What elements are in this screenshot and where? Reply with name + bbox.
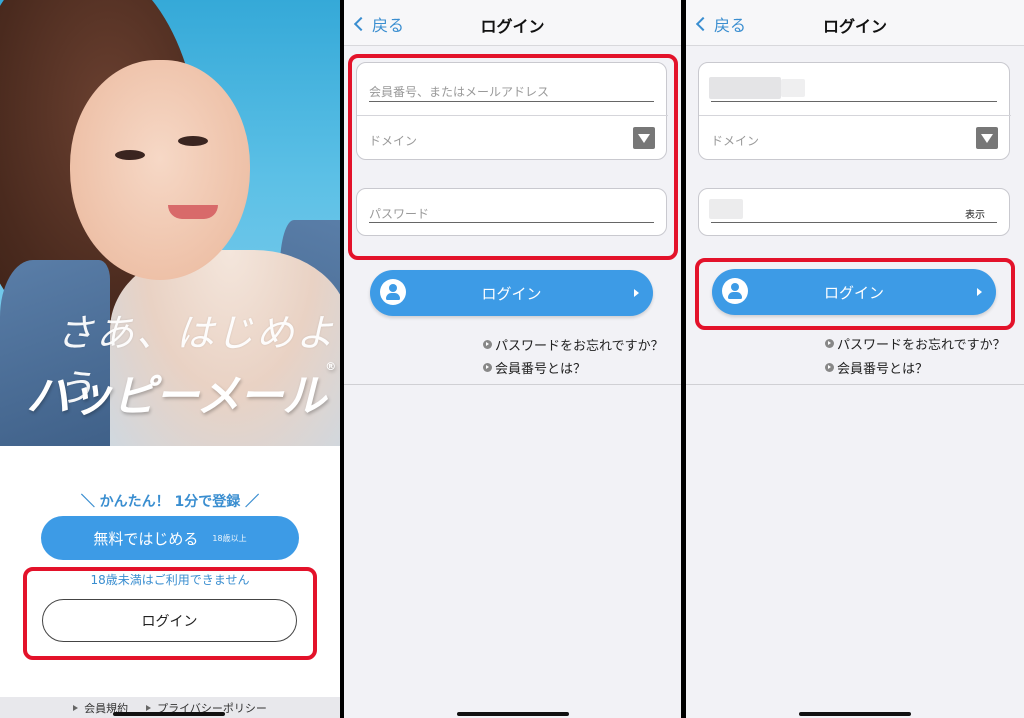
member-id-help-label: 会員番号とは？ bbox=[837, 362, 929, 377]
start-free-label: 無料ではじめる bbox=[93, 529, 199, 548]
highlight-frame bbox=[348, 54, 678, 260]
page-title: ログイン bbox=[822, 17, 887, 36]
member-id-input-blurred[interactable] bbox=[709, 77, 781, 99]
forgot-password-label: パスワードをお忘れですか？ bbox=[837, 338, 1006, 353]
circle-arrow-icon bbox=[825, 339, 834, 348]
member-id-help-link[interactable]: 会員番号とは？ bbox=[483, 358, 586, 377]
highlight-frame bbox=[23, 567, 317, 660]
input-underline bbox=[711, 222, 997, 223]
arrow-right-icon bbox=[634, 289, 639, 297]
show-password-toggle[interactable]: 表示 bbox=[965, 206, 985, 221]
forgot-password-link[interactable]: パスワードをお忘れですか？ bbox=[483, 335, 664, 354]
circle-arrow-icon bbox=[483, 363, 492, 372]
brand-name: ハッピーメール bbox=[26, 371, 326, 422]
domain-dropdown-icon[interactable] bbox=[976, 127, 998, 149]
page-title: ログイン bbox=[480, 17, 545, 36]
blur-mask bbox=[781, 79, 805, 97]
nav-bar: 戻る ログイン bbox=[686, 0, 1024, 46]
circle-arrow-icon bbox=[825, 363, 834, 372]
login-screen-empty: 戻る ログイン 会員番号、またはメールアドレス ドメイン パスワード ログイン … bbox=[344, 0, 681, 718]
input-underline bbox=[711, 101, 997, 102]
triangle-right-icon bbox=[73, 704, 79, 711]
signup-screen: さあ、はじめよう ハッピーメール® ＼ かんたん！ 1分で登録 ／ 無料ではじめ… bbox=[0, 0, 340, 718]
brand-logo: ハッピーメール® bbox=[26, 360, 336, 424]
home-indicator bbox=[799, 712, 911, 716]
member-id-help-label: 会員番号とは？ bbox=[495, 362, 587, 377]
home-indicator bbox=[113, 712, 225, 716]
hero-eye-right bbox=[178, 136, 208, 146]
catch-copy: ＼ かんたん！ 1分で登録 ／ bbox=[80, 494, 260, 510]
triangle-right-icon bbox=[146, 704, 152, 711]
home-indicator bbox=[457, 712, 569, 716]
password-field-group: 表示 bbox=[698, 188, 1010, 236]
forgot-password-link[interactable]: パスワードをお忘れですか？ bbox=[825, 334, 1006, 353]
hero-face bbox=[70, 60, 250, 280]
age-note: 18歳以上 bbox=[212, 533, 247, 543]
account-field-group: ドメイン bbox=[698, 62, 1011, 160]
hero-mouth bbox=[168, 205, 218, 219]
login-screen-filled: 戻る ログイン ドメイン 表示 ログイン パスワードをお忘れですか？ 会員番号と… bbox=[686, 0, 1024, 718]
field-separator bbox=[699, 115, 1011, 116]
forgot-password-label: パスワードをお忘れですか？ bbox=[495, 339, 664, 354]
highlight-frame bbox=[695, 258, 1015, 330]
hero-image: さあ、はじめよう ハッピーメール® bbox=[0, 0, 340, 446]
login-submit-label: ログイン bbox=[481, 285, 542, 303]
divider bbox=[686, 384, 1024, 385]
password-input-blurred[interactable] bbox=[709, 199, 743, 219]
hero-eye-left bbox=[115, 150, 145, 160]
nav-bar: 戻る ログイン bbox=[344, 0, 681, 46]
start-free-button[interactable]: 無料ではじめる 18歳以上 bbox=[41, 516, 299, 560]
member-id-help-link[interactable]: 会員番号とは？ bbox=[825, 358, 928, 377]
login-submit-button[interactable]: ログイン bbox=[370, 270, 653, 316]
domain-select-label: ドメイン bbox=[711, 134, 760, 148]
registered-mark: ® bbox=[325, 360, 336, 373]
circle-arrow-icon bbox=[483, 340, 492, 349]
divider bbox=[344, 384, 681, 385]
